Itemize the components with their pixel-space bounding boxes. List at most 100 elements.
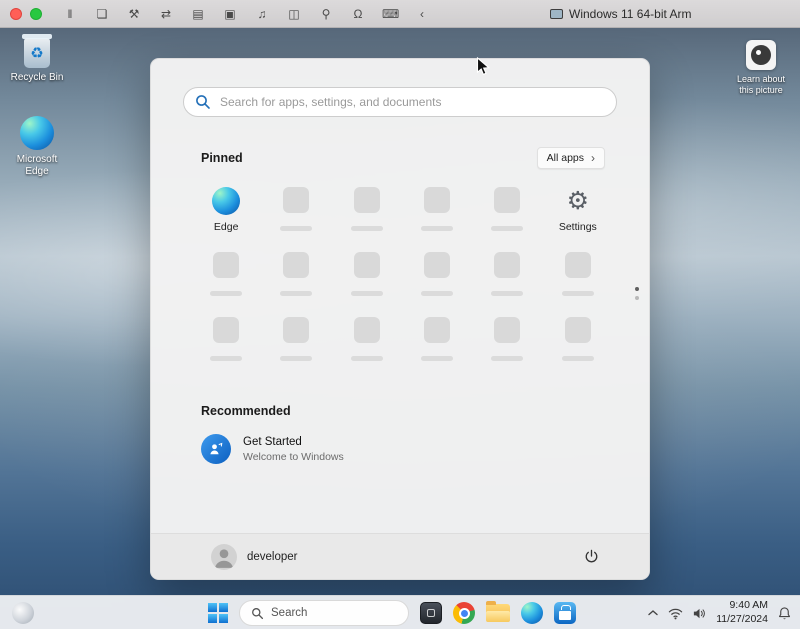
window-controls xyxy=(10,8,42,20)
placeholder-app-icon xyxy=(283,252,309,278)
search-icon xyxy=(195,94,211,110)
snapshots-icon[interactable]: ❏ xyxy=(94,7,110,21)
transfer-icon[interactable]: ⇄ xyxy=(158,7,174,21)
keyboard-icon[interactable]: ⌨ xyxy=(382,7,398,21)
close-button[interactable] xyxy=(10,8,22,20)
placeholder-app-icon xyxy=(565,317,591,343)
printer-icon[interactable]: ▤ xyxy=(190,7,206,21)
placeholder-app-icon xyxy=(424,187,450,213)
vm-titlebar: ‖ ❏ ⚒ ⇄ ▤ ▣ ♫ ◫ ⚲ Ω ⌨ ‹ Windows 11 64-bi… xyxy=(0,0,800,28)
chevron-up-icon[interactable] xyxy=(647,609,659,617)
display-icon[interactable]: ◫ xyxy=(286,7,302,21)
placeholder-app-label xyxy=(351,226,383,231)
pinned-placeholder xyxy=(191,311,261,376)
pinned-page-indicator[interactable] xyxy=(635,287,639,300)
placeholder-app-label xyxy=(210,356,242,361)
headset-icon[interactable]: Ω xyxy=(350,7,366,21)
desktop-icon-microsoft-edge[interactable]: Microsoft Edge xyxy=(6,116,68,178)
edge-icon[interactable] xyxy=(521,602,543,624)
placeholder-app-icon xyxy=(494,317,520,343)
pause-icon[interactable]: ‖ xyxy=(62,7,78,21)
pinned-placeholder xyxy=(472,181,542,246)
pinned-app-settings[interactable]: ⚙ Settings xyxy=(543,181,613,246)
pinned-placeholder xyxy=(261,311,331,376)
zoom-button[interactable] xyxy=(30,8,42,20)
chrome-icon[interactable] xyxy=(453,602,475,624)
all-apps-label: All apps xyxy=(547,152,584,164)
pinned-placeholder xyxy=(402,311,472,376)
pinned-placeholder xyxy=(191,246,261,311)
task-view-icon[interactable] xyxy=(420,602,442,624)
notifications-bell-icon[interactable] xyxy=(777,606,792,621)
settings-icon: ⚙ xyxy=(564,187,592,215)
placeholder-app-icon xyxy=(213,252,239,278)
user-avatar[interactable] xyxy=(211,544,237,570)
taskbar-search-label: Search xyxy=(271,607,307,619)
desktop-icon-label: Microsoft Edge xyxy=(6,154,68,178)
desktop-icon-recycle-bin[interactable]: ♻ Recycle Bin xyxy=(6,38,68,84)
placeholder-app-label xyxy=(562,291,594,296)
store-icon[interactable] xyxy=(554,602,576,624)
taskbar-clock[interactable]: 9:40 AM 11/27/2024 xyxy=(716,599,768,626)
placeholder-app-icon xyxy=(424,252,450,278)
spotlight-icon xyxy=(746,40,776,70)
camera-circle-icon xyxy=(751,45,771,65)
search-icon xyxy=(251,607,264,620)
vm-toolbar: ‖ ❏ ⚒ ⇄ ▤ ▣ ♫ ◫ ⚲ Ω ⌨ ‹ xyxy=(62,7,430,21)
placeholder-app-label xyxy=(562,356,594,361)
recommended-subtitle: Welcome to Windows xyxy=(243,451,344,463)
start-button[interactable] xyxy=(208,603,228,623)
tools-icon[interactable]: ⚒ xyxy=(126,7,142,21)
back-icon[interactable]: ‹ xyxy=(414,7,430,21)
pinned-placeholder xyxy=(543,246,613,311)
disk-icon[interactable]: ▣ xyxy=(222,7,238,21)
pinned-app-edge[interactable]: Edge xyxy=(191,181,261,246)
system-tray: 9:40 AM 11/27/2024 xyxy=(647,596,792,629)
vm-window: ‖ ❏ ⚒ ⇄ ▤ ▣ ♫ ◫ ⚲ Ω ⌨ ‹ Windows 11 64-bi… xyxy=(0,0,800,629)
pinned-placeholder xyxy=(332,246,402,311)
usb-icon[interactable]: ⚲ xyxy=(318,7,334,21)
recommended-item-get-started[interactable]: Get Started Welcome to Windows xyxy=(201,434,649,464)
file-explorer-icon[interactable] xyxy=(486,604,510,622)
recommended-heading: Recommended xyxy=(201,404,649,418)
placeholder-app-icon xyxy=(494,187,520,213)
pinned-app-label: Edge xyxy=(214,221,239,233)
spotlight-label: Learn about this picture xyxy=(732,74,790,96)
pinned-placeholder xyxy=(332,181,402,246)
vm-window-title: Windows 11 64-bit Arm xyxy=(550,0,692,27)
placeholder-app-label xyxy=(280,291,312,296)
pinned-heading: Pinned xyxy=(201,151,243,165)
windows-desktop: ♻ Recycle Bin Microsoft Edge Learn about… xyxy=(0,28,800,629)
pinned-placeholder xyxy=(543,311,613,376)
sound-icon[interactable]: ♫ xyxy=(254,7,270,21)
start-search xyxy=(183,87,617,117)
taskbar-center: Search xyxy=(208,596,576,629)
placeholder-app-icon xyxy=(565,252,591,278)
edge-icon xyxy=(20,116,54,150)
vm-title-text: Windows 11 64-bit Arm xyxy=(569,7,692,21)
start-menu: Pinned All apps › Edge ⚙ Settings Recommen… xyxy=(150,58,650,580)
placeholder-app-icon xyxy=(213,317,239,343)
chevron-right-icon: › xyxy=(591,152,595,164)
spotlight-learn-about-picture[interactable]: Learn about this picture xyxy=(732,40,790,96)
all-apps-button[interactable]: All apps › xyxy=(537,147,605,169)
get-started-icon xyxy=(201,434,231,464)
desktop-icon-label: Recycle Bin xyxy=(11,72,64,84)
pinned-placeholder xyxy=(261,246,331,311)
start-search-input[interactable] xyxy=(183,87,617,117)
placeholder-app-icon xyxy=(354,317,380,343)
pinned-app-label: Settings xyxy=(559,221,597,233)
edge-icon xyxy=(212,187,240,215)
placeholder-app-label xyxy=(421,226,453,231)
pinned-placeholder xyxy=(472,311,542,376)
placeholder-app-label xyxy=(491,226,523,231)
network-icon[interactable] xyxy=(668,606,683,621)
placeholder-app-label xyxy=(351,356,383,361)
placeholder-app-label xyxy=(210,291,242,296)
widgets-icon[interactable] xyxy=(12,602,34,624)
power-button[interactable] xyxy=(577,543,605,571)
taskbar-search[interactable]: Search xyxy=(239,600,409,626)
volume-icon[interactable] xyxy=(692,606,707,621)
start-menu-footer: developer xyxy=(151,533,649,579)
recycle-bin-icon: ♻ xyxy=(24,38,50,68)
